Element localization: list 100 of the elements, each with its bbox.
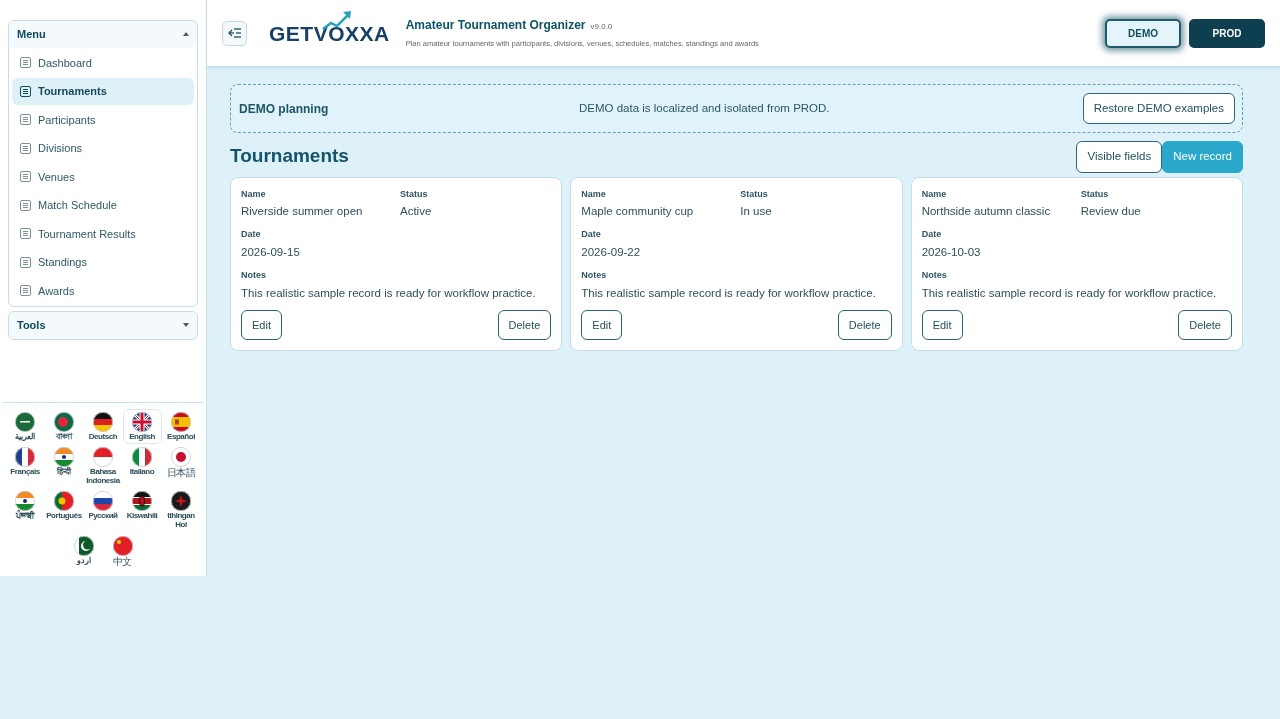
language-option[interactable]: tlhIngan Hol <box>161 488 201 533</box>
field-value: Maple community cup <box>581 204 695 219</box>
field-label: Notes <box>581 269 608 282</box>
language-option[interactable]: Русский <box>83 488 123 533</box>
flag-icon <box>54 446 74 467</box>
language-option[interactable]: ਪੰਜਾਬੀ <box>5 488 45 533</box>
flag-icon <box>171 446 191 467</box>
banner-message: DEMO data is localized and isolated from PROD. <box>579 101 831 116</box>
document-icon <box>20 199 31 211</box>
version-label: v9.0.0 <box>590 21 613 34</box>
flag-icon <box>132 411 152 432</box>
card-action-button[interactable]: Delete <box>837 309 892 341</box>
field-value: 2026-09-15 <box>241 244 301 260</box>
field-label: Date <box>581 228 602 242</box>
language-option[interactable]: Français <box>5 443 45 489</box>
field-label: Status <box>1080 187 1110 201</box>
flag-icon <box>54 491 74 512</box>
language-option[interactable]: Italiano <box>122 443 162 489</box>
flag-icon <box>15 491 35 512</box>
language-option[interactable]: Bahasa Indonesia <box>83 443 123 489</box>
sidebar-item[interactable]: Tournament Results <box>12 220 194 247</box>
language-option[interactable]: 中文 <box>103 532 142 570</box>
field-value: 2026-09-22 <box>581 244 642 260</box>
sidebar-item[interactable]: Match Schedule <box>12 192 194 219</box>
document-icon <box>20 114 31 126</box>
banner-title: DEMO planning <box>239 100 330 118</box>
flag-icon <box>15 446 35 467</box>
field-label: Status <box>740 187 769 201</box>
flag-icon <box>171 491 191 512</box>
card-action-button[interactable]: Edit <box>921 309 963 341</box>
field-value: Northside autumn classic <box>921 204 1052 219</box>
page-title: Tournaments <box>230 145 349 169</box>
flag-icon <box>73 535 94 556</box>
language-option[interactable]: English <box>122 408 162 444</box>
field-value: 2026-10-03 <box>921 244 982 260</box>
environment-button[interactable]: PROD <box>1189 18 1265 48</box>
field-label: Date <box>241 228 262 242</box>
card-action-button[interactable]: Edit <box>241 309 282 341</box>
field-value: This realistic sample record is ready for workflow practice. <box>581 285 877 301</box>
language-option[interactable]: Deutsch <box>83 408 123 444</box>
language-option[interactable]: اردو <box>64 532 103 570</box>
document-icon <box>20 85 31 97</box>
field-label: Name <box>241 187 267 201</box>
sidebar-item[interactable]: Tournaments <box>12 78 194 105</box>
field-value: Active <box>400 204 433 219</box>
flag-icon <box>112 535 133 556</box>
document-icon <box>20 285 31 297</box>
document-icon <box>20 256 31 268</box>
field-value: This realistic sample record is ready for workflow practice. <box>921 285 1218 301</box>
restore-button[interactable]: Restore DEMO examples <box>1082 93 1235 125</box>
tools-header[interactable]: Tools <box>9 312 197 339</box>
language-option[interactable]: Português <box>44 488 84 533</box>
collapse-icon <box>228 28 241 38</box>
menu-title: Menu <box>17 27 46 42</box>
language-option[interactable]: বাংলা <box>44 408 84 444</box>
page-action-button[interactable]: Visible fields <box>1076 141 1163 173</box>
field-label: Name <box>921 187 948 201</box>
flag-icon <box>54 411 74 432</box>
tools-title: Tools <box>17 318 46 333</box>
card-action-button[interactable]: Delete <box>1178 309 1232 341</box>
document-icon <box>20 142 31 154</box>
flag-icon <box>132 491 152 512</box>
environment-button[interactable]: DEMO <box>1105 18 1181 48</box>
field-label: Date <box>921 228 943 242</box>
document-icon <box>20 228 31 240</box>
field-value: Riverside summer open <box>241 204 364 219</box>
field-label: Notes <box>241 269 267 282</box>
caret-icon <box>183 32 189 37</box>
sidebar-item[interactable]: Venues <box>12 163 194 190</box>
card-action-button[interactable]: Edit <box>581 309 623 341</box>
language-option[interactable]: 日本語 <box>161 443 201 489</box>
field-value: Review due <box>1080 204 1142 219</box>
sidebar-item[interactable]: Standings <box>12 249 194 276</box>
sidebar-item[interactable]: Awards <box>12 277 194 304</box>
field-value: This realistic sample record is ready for workflow practice. <box>241 285 537 301</box>
document-icon <box>20 171 31 183</box>
sidebar-item[interactable]: Divisions <box>12 135 194 162</box>
document-icon <box>20 57 31 69</box>
app-title: Amateur Tournament Organizer <box>405 17 586 35</box>
caret-icon <box>183 323 189 328</box>
language-option[interactable]: हिन्दी <box>44 443 84 489</box>
field-label: Status <box>400 187 429 201</box>
language-option[interactable]: Kiswahili <box>122 488 162 533</box>
language-option[interactable]: Español <box>161 408 201 444</box>
sidebar-item[interactable]: Participants <box>12 106 194 133</box>
field-value: In use <box>740 204 773 219</box>
sidebar-toggle-button[interactable] <box>222 20 247 46</box>
flag-icon <box>15 411 35 432</box>
flag-icon <box>93 411 113 432</box>
field-label: Name <box>581 187 607 201</box>
card-action-button[interactable]: Delete <box>497 309 552 341</box>
language-option[interactable]: العربية <box>5 408 45 444</box>
flag-icon <box>93 446 113 467</box>
flag-icon <box>132 446 152 467</box>
logo: GETVOXXA <box>269 22 390 44</box>
flag-icon <box>171 411 191 432</box>
menu-header[interactable]: Menu <box>9 21 197 48</box>
flag-icon <box>93 491 113 512</box>
field-label: Notes <box>921 269 948 282</box>
sidebar-item[interactable]: Dashboard <box>12 49 194 76</box>
